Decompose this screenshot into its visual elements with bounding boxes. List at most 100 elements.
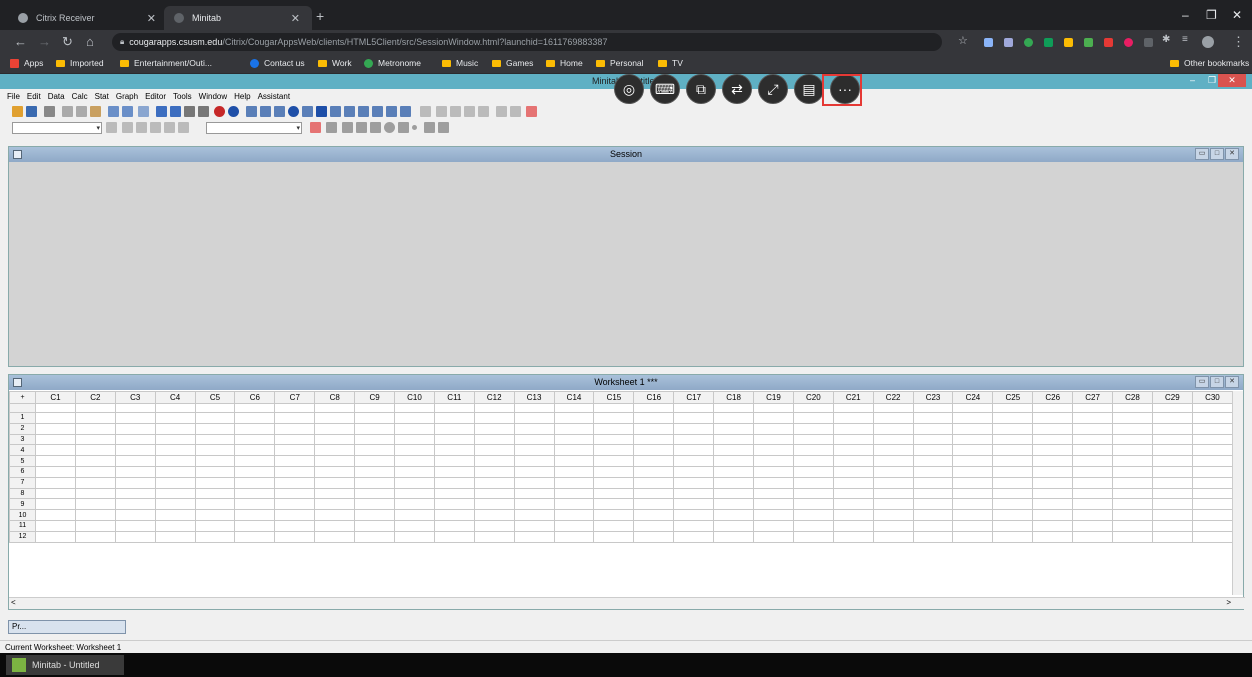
cell[interactable] bbox=[513, 465, 555, 478]
show-worksheets-icon[interactable] bbox=[372, 106, 383, 117]
cell[interactable] bbox=[593, 530, 635, 543]
cell[interactable] bbox=[872, 487, 914, 500]
cell[interactable] bbox=[792, 530, 834, 543]
maximize-icon[interactable]: □ bbox=[1210, 148, 1224, 160]
polyline-icon[interactable] bbox=[424, 122, 435, 133]
cell[interactable] bbox=[753, 412, 794, 424]
cell[interactable] bbox=[114, 530, 156, 543]
cell[interactable] bbox=[114, 519, 156, 532]
cell[interactable] bbox=[354, 412, 396, 424]
cell[interactable] bbox=[274, 476, 316, 489]
cell[interactable] bbox=[35, 422, 76, 435]
graph-select[interactable]: ▾ bbox=[206, 122, 302, 134]
column-header[interactable]: C13 bbox=[513, 391, 555, 404]
cell[interactable] bbox=[1032, 412, 1074, 424]
cell[interactable] bbox=[713, 519, 755, 532]
cell[interactable] bbox=[713, 509, 755, 521]
cell[interactable] bbox=[1151, 509, 1193, 521]
cell[interactable] bbox=[35, 433, 76, 446]
cell[interactable] bbox=[832, 509, 874, 521]
cell[interactable] bbox=[872, 498, 914, 511]
cell[interactable] bbox=[1151, 487, 1193, 500]
cell[interactable] bbox=[194, 455, 236, 467]
close-icon[interactable]: ✕ bbox=[1225, 376, 1239, 388]
cell[interactable] bbox=[234, 498, 276, 511]
column-name-cell[interactable] bbox=[274, 403, 316, 413]
cell[interactable] bbox=[74, 465, 116, 478]
extension-icon[interactable] bbox=[1004, 38, 1013, 47]
cell[interactable] bbox=[194, 519, 236, 532]
cell[interactable] bbox=[1191, 487, 1234, 500]
cell[interactable] bbox=[792, 444, 834, 457]
cell[interactable] bbox=[832, 433, 874, 446]
cell[interactable] bbox=[513, 498, 555, 511]
cell[interactable] bbox=[1112, 444, 1153, 457]
cell[interactable] bbox=[1032, 455, 1074, 467]
menu-graph[interactable]: Graph bbox=[116, 92, 138, 103]
cell[interactable] bbox=[274, 455, 316, 467]
cell[interactable] bbox=[832, 465, 874, 478]
redo-icon[interactable] bbox=[122, 106, 133, 117]
cell[interactable] bbox=[633, 455, 675, 467]
cell[interactable] bbox=[633, 444, 675, 457]
cell[interactable] bbox=[673, 465, 715, 478]
column-name-cell[interactable] bbox=[433, 403, 475, 413]
cell[interactable] bbox=[473, 476, 515, 489]
cell[interactable] bbox=[194, 465, 236, 478]
cell[interactable] bbox=[234, 476, 276, 489]
reload-icon[interactable]: ↻ bbox=[62, 34, 73, 50]
cell[interactable] bbox=[154, 465, 196, 478]
cell[interactable] bbox=[274, 509, 316, 521]
bookmark-home[interactable]: Home bbox=[546, 58, 583, 68]
cell[interactable] bbox=[872, 465, 914, 478]
cell[interactable] bbox=[1151, 530, 1193, 543]
cell[interactable] bbox=[992, 422, 1034, 435]
window-icon[interactable] bbox=[138, 106, 149, 117]
cell[interactable] bbox=[513, 455, 555, 467]
rectangle-icon[interactable] bbox=[370, 122, 381, 133]
cell[interactable] bbox=[832, 498, 874, 511]
cell[interactable] bbox=[394, 433, 435, 446]
cell[interactable] bbox=[234, 412, 276, 424]
cell[interactable] bbox=[753, 455, 794, 467]
cell[interactable] bbox=[473, 422, 515, 435]
column-name-cell[interactable] bbox=[35, 403, 76, 413]
avatar[interactable] bbox=[1202, 36, 1214, 48]
cell[interactable] bbox=[992, 433, 1034, 446]
tab-citrix-receiver[interactable]: Citrix Receiver ✕ bbox=[8, 6, 168, 30]
cell[interactable] bbox=[1072, 465, 1114, 478]
project-manager-minimized[interactable]: Pr... bbox=[8, 620, 126, 634]
column-name-cell[interactable] bbox=[952, 403, 994, 413]
column-name-cell[interactable] bbox=[1151, 403, 1193, 413]
cell[interactable] bbox=[194, 422, 236, 435]
cell[interactable] bbox=[593, 433, 635, 446]
minimize-window-button[interactable]: – bbox=[1182, 8, 1189, 22]
bookmark-contact-us[interactable]: Contact us bbox=[250, 58, 305, 68]
cell[interactable] bbox=[35, 455, 76, 467]
cell[interactable] bbox=[194, 530, 236, 543]
cell[interactable] bbox=[553, 444, 595, 457]
zoom-icon[interactable] bbox=[326, 122, 337, 133]
cell[interactable] bbox=[912, 412, 954, 424]
back-icon[interactable]: ← bbox=[14, 34, 27, 49]
column-header[interactable]: C2 bbox=[74, 391, 116, 404]
cell[interactable] bbox=[633, 487, 675, 500]
cell[interactable] bbox=[992, 509, 1034, 521]
cell[interactable] bbox=[1112, 498, 1153, 511]
cell[interactable] bbox=[473, 498, 515, 511]
cut-icon[interactable] bbox=[62, 106, 73, 117]
chrome-menu-icon[interactable]: ⋮ bbox=[1232, 34, 1245, 50]
cell[interactable] bbox=[832, 487, 874, 500]
show-graphs-icon[interactable] bbox=[386, 106, 397, 117]
save-icon[interactable] bbox=[26, 106, 37, 117]
cell[interactable] bbox=[513, 422, 555, 435]
cell[interactable] bbox=[952, 519, 994, 532]
cell[interactable] bbox=[753, 444, 794, 457]
cell[interactable] bbox=[1032, 487, 1074, 500]
cell[interactable] bbox=[912, 530, 954, 543]
cell[interactable] bbox=[832, 476, 874, 489]
cell[interactable] bbox=[1151, 465, 1193, 478]
column-name-cell[interactable] bbox=[513, 403, 555, 413]
cell[interactable] bbox=[912, 465, 954, 478]
cell[interactable] bbox=[553, 412, 595, 424]
